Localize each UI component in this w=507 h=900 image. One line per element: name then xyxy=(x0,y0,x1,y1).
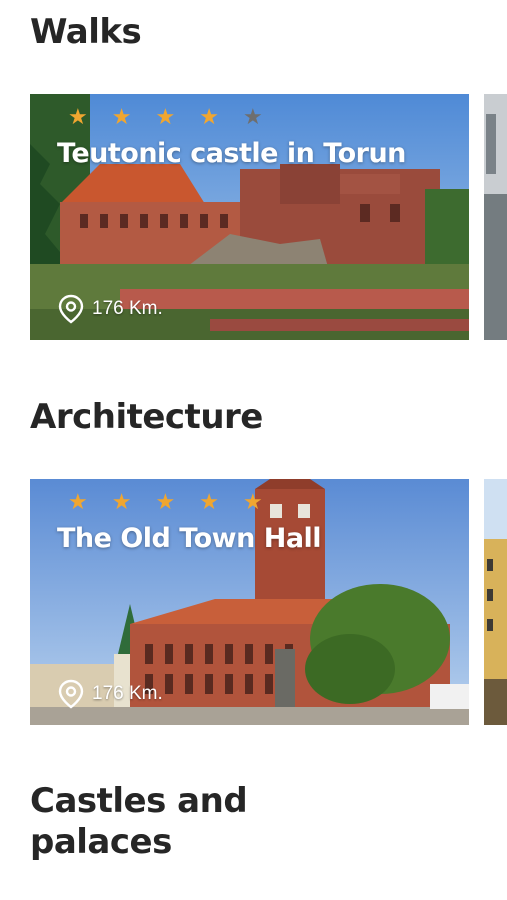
section-title-walks: Walks xyxy=(30,12,142,52)
distance-value: 176 Km. xyxy=(92,298,163,319)
next-card-photo xyxy=(484,479,507,725)
star-icon: ★ xyxy=(242,104,263,129)
rating-stars: ★ ★ ★ ★ ★ xyxy=(68,106,263,128)
next-card-peek[interactable] xyxy=(484,94,507,340)
next-card-photo xyxy=(484,94,507,340)
distance-label: 176 Km. xyxy=(58,294,163,324)
location-pin-icon xyxy=(58,294,84,324)
star-icon: ★ xyxy=(242,489,263,514)
star-icon: ★ xyxy=(199,489,219,514)
distance-label: 176 Km. xyxy=(58,679,163,709)
rating-stars: ★ ★ ★ ★ ★ xyxy=(68,491,263,513)
place-card-old-town-hall[interactable]: ★ ★ ★ ★ ★ The Old Town Hall 176 Km. xyxy=(30,479,469,725)
place-title: The Old Town Hall xyxy=(57,523,322,554)
star-icon: ★ xyxy=(111,489,132,514)
star-icon: ★ xyxy=(155,104,176,129)
star-icon: ★ xyxy=(68,104,88,129)
next-card-peek[interactable] xyxy=(484,479,507,725)
star-icon: ★ xyxy=(68,489,88,514)
section-title-castles-and-palaces: Castles and palaces xyxy=(30,781,248,862)
distance-value: 176 Km. xyxy=(92,683,163,704)
star-icon: ★ xyxy=(111,104,132,129)
star-icon: ★ xyxy=(155,489,176,514)
location-pin-icon xyxy=(58,679,84,709)
star-icon: ★ xyxy=(199,104,219,129)
place-card-teutonic-castle[interactable]: ★ ★ ★ ★ ★ Teutonic castle in Torun 176 K… xyxy=(30,94,469,340)
section-title-architecture: Architecture xyxy=(30,397,263,437)
place-title: Teutonic castle in Torun xyxy=(57,138,406,169)
